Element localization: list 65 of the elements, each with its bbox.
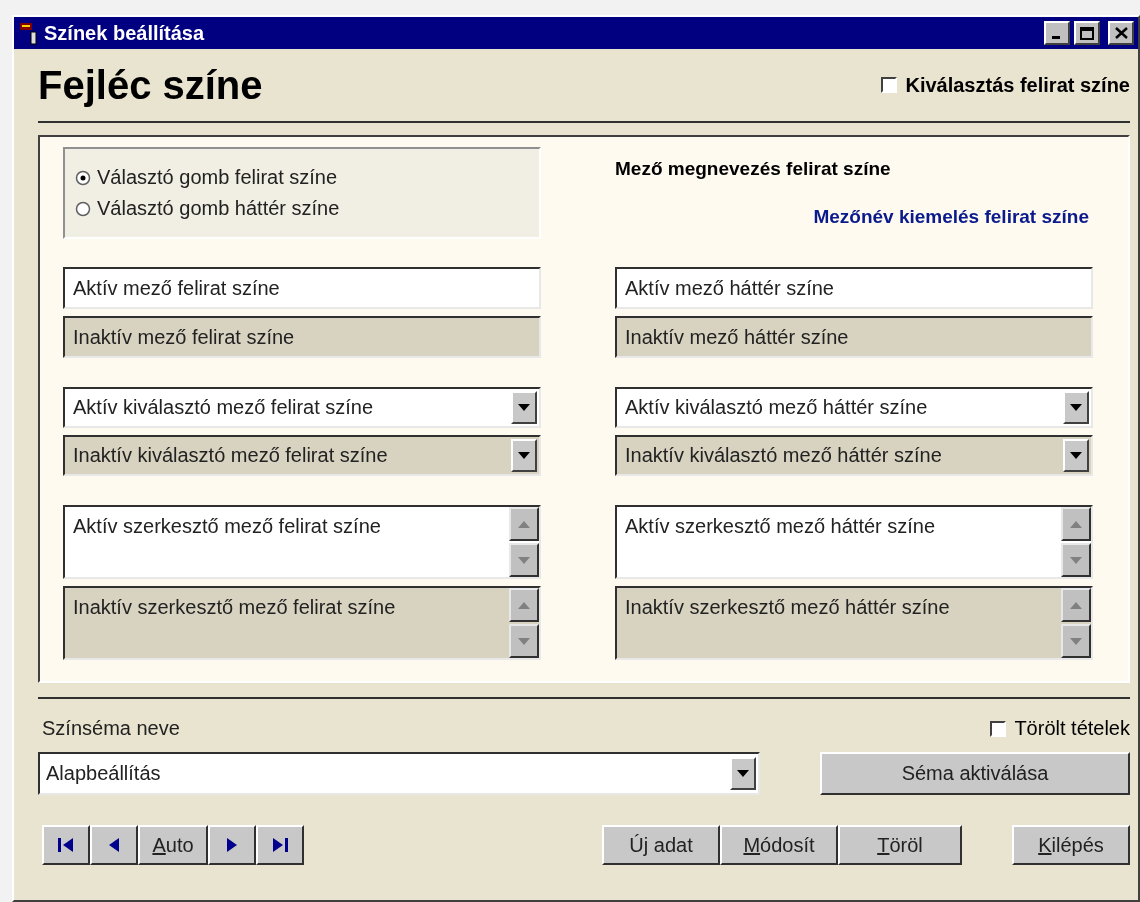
dropdown-arrow-icon [518,404,530,411]
exit-button[interactable]: Kilépés [1012,825,1130,865]
activate-scheme-button[interactable]: Séma aktiválása [820,752,1130,795]
field-caption-label: Mező megnevezés felirat színe [615,158,892,180]
dropdown-button[interactable] [511,391,537,424]
combo-field[interactable]: Aktív kiválasztó mező háttér színe [615,387,1093,428]
auto-button[interactable]: Auto [138,825,208,865]
action-button[interactable]: Töröl [838,825,962,865]
last-record-button[interactable] [256,825,304,865]
radio-option[interactable]: Választó gomb háttér színe [75,197,539,220]
text-field[interactable]: Inaktív mező felirat színe [63,316,541,358]
maximize-button[interactable] [1074,21,1100,45]
dropdown-button[interactable] [1063,391,1089,424]
close-button[interactable] [1108,21,1134,45]
memo-field[interactable]: Inaktív szerkesztő mező háttér színe [615,586,1093,660]
app-icon [20,21,40,45]
memo-field[interactable]: Inaktív szerkesztő mező felirat színe [63,586,541,660]
dropdown-arrow-icon [1070,452,1082,459]
window-title: Színek beállítása [44,21,206,45]
previous-button[interactable] [90,825,138,865]
scroll-down-button[interactable] [509,543,539,577]
section-heading: Fejléc színe [38,62,263,108]
action-button[interactable]: Új adat [602,825,720,865]
deleted-items-checkbox[interactable]: Törölt tételek [990,717,1130,740]
scroll-down-button[interactable] [1061,624,1091,658]
scroll-up-button[interactable] [509,588,539,622]
combo-field[interactable]: Inaktív kiválasztó mező felirat színe [63,435,541,476]
text-field[interactable]: Aktív mező felirat színe [63,267,541,309]
first-record-button[interactable] [42,825,90,865]
dropdown-button[interactable] [1063,439,1089,472]
down-arrow-icon [518,637,530,645]
up-arrow-icon [518,520,530,528]
scroll-up-button[interactable] [509,507,539,541]
memo-field[interactable]: Aktív szerkesztő mező felirat színe [63,505,541,579]
dropdown-arrow-icon [737,770,749,777]
minimize-button[interactable] [1044,21,1070,45]
down-arrow-icon [1070,637,1082,645]
scheme-name-label: Színséma neve [42,717,180,740]
text-field[interactable]: Aktív mező háttér színe [615,267,1093,309]
up-arrow-icon [1070,520,1082,528]
dropdown-button[interactable] [511,439,537,472]
scheme-combo[interactable]: Alapbeállítás [38,752,760,795]
up-arrow-icon [1070,601,1082,609]
scroll-down-button[interactable] [509,624,539,658]
memo-field[interactable]: Aktív szerkesztő mező háttér színe [615,505,1093,579]
up-arrow-icon [518,601,530,609]
maximize-icon [1080,26,1094,40]
radio-option[interactable]: Választó gomb felirat színe [75,166,539,189]
down-arrow-icon [518,556,530,564]
down-arrow-icon [1070,556,1082,564]
action-button[interactable]: Módosít [720,825,838,865]
scroll-up-button[interactable] [1061,588,1091,622]
combo-field[interactable]: Inaktív kiválasztó mező háttér színe [615,435,1093,476]
close-icon [1114,27,1128,39]
minimize-icon [1051,36,1060,39]
combo-field[interactable]: Aktív kiválasztó mező felirat színe [63,387,541,428]
text-field[interactable]: Inaktív mező háttér színe [615,316,1093,358]
scroll-down-button[interactable] [1061,543,1091,577]
dropdown-arrow-icon [1070,404,1082,411]
selection-caption-checkbox[interactable]: Kiválasztás felirat színe [881,73,1130,97]
dropdown-arrow-icon [518,452,530,459]
next-button[interactable] [208,825,256,865]
dropdown-button[interactable] [730,757,756,790]
scroll-up-button[interactable] [1061,507,1091,541]
highlight-caption-label: Mezőnév kiemelés felirat színe [813,206,1089,228]
